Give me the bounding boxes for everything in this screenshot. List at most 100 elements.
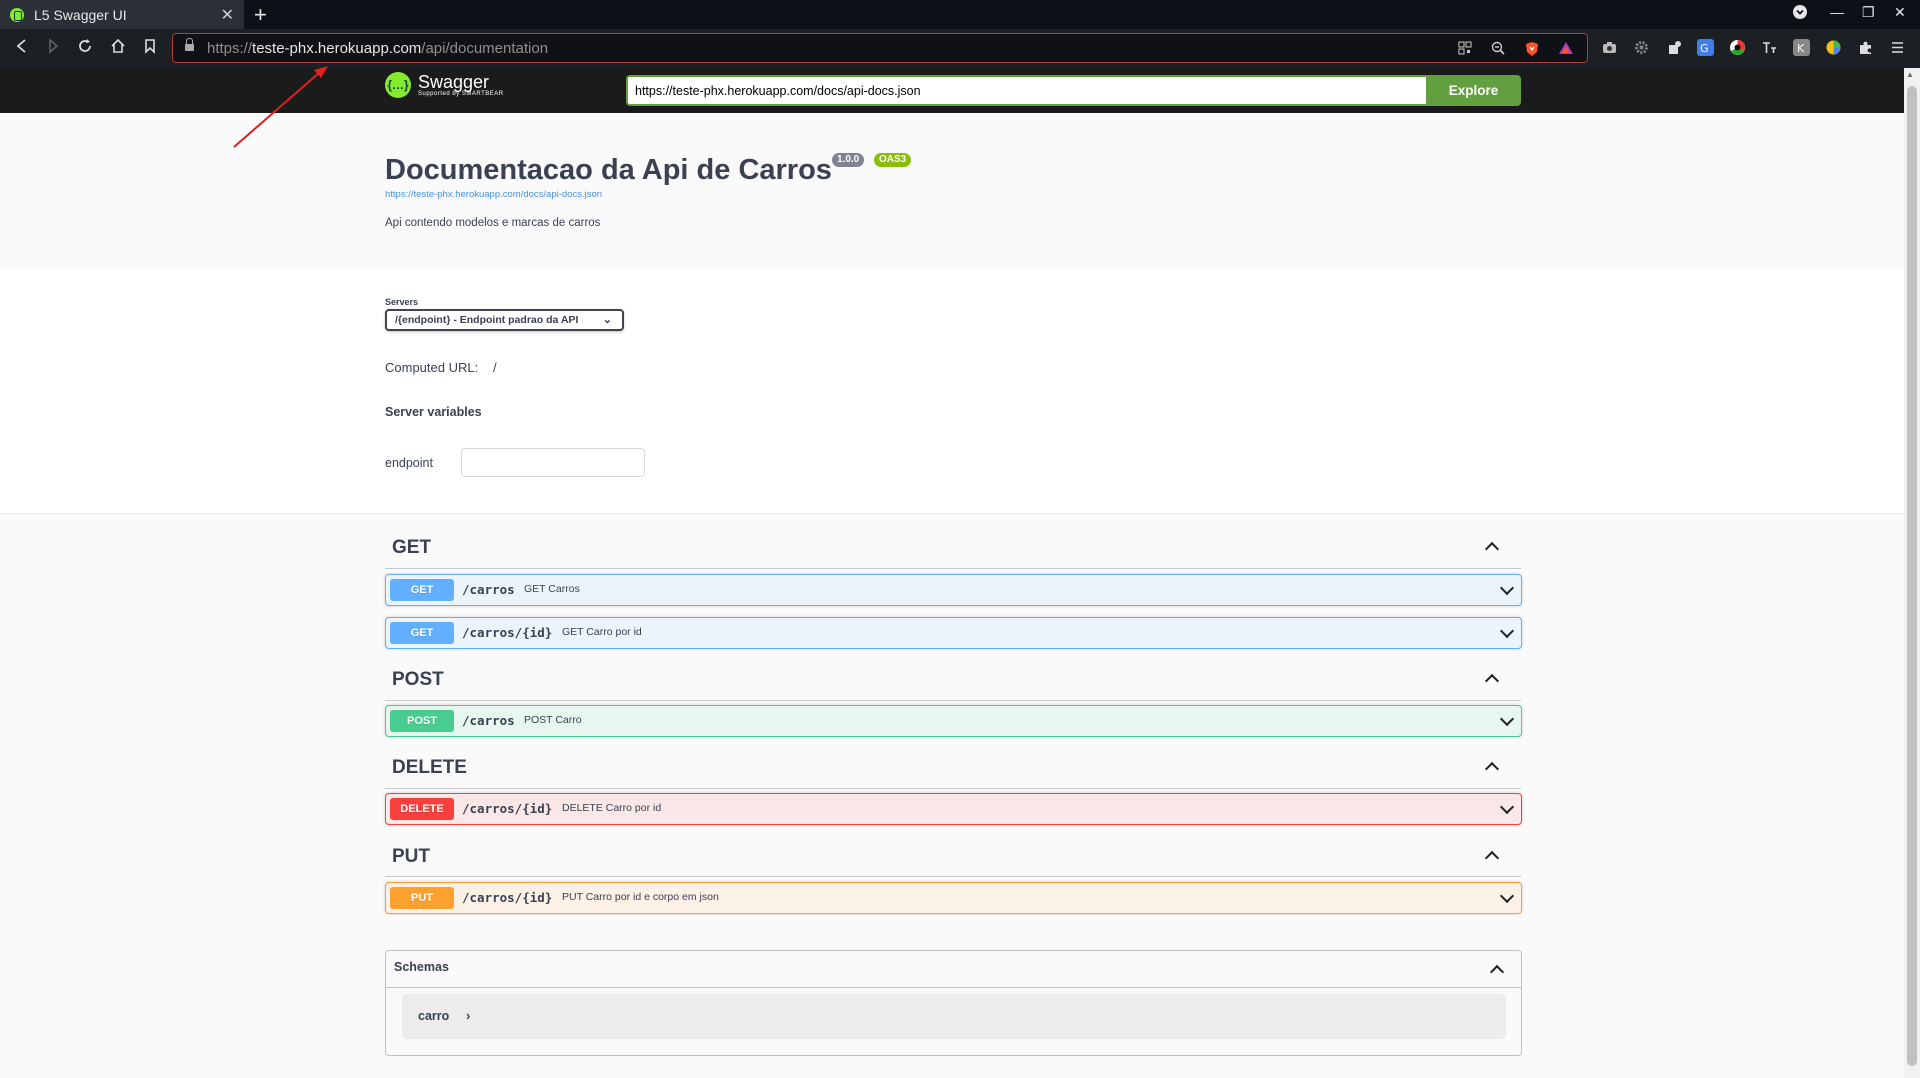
maximize-button[interactable]: ❐ [1862,4,1875,21]
method-badge: POST [390,710,454,732]
servers-select[interactable]: /{endpoint} - Endpoint padrao da API ⌄ [385,309,624,331]
tag-collapse-post-icon[interactable] [1484,671,1500,687]
minimize-button[interactable]: — [1830,4,1844,20]
profile-dropdown-icon[interactable] [1792,4,1808,23]
tag-title-put[interactable]: PUT [392,846,430,868]
extension-k-icon[interactable]: K [1793,39,1810,56]
operation-summary: POST Carro [524,714,582,726]
puzzle-extension-icon[interactable] [1666,39,1683,56]
tag-divider [385,876,1521,877]
server-variables-title: Server variables [385,405,482,419]
browser-tab-strip: L5 Swagger UI ✕ + — ❐ ✕ [0,0,1920,29]
close-window-button[interactable]: ✕ [1894,4,1906,21]
back-arrow-icon[interactable] [12,38,32,58]
operation-put-carro-by-id[interactable]: PUT /carros/{id} PUT Carro por id e corp… [385,882,1522,914]
version-badge: 1.0.0 [832,153,865,167]
info-section [0,113,1904,268]
svg-text:K: K [1797,42,1805,55]
camera-icon[interactable] [1601,39,1618,56]
tag-collapse-delete-icon[interactable] [1484,759,1500,775]
tag-divider [385,788,1521,789]
api-title: Documentacao da Api de Carros [385,154,832,186]
translate-icon[interactable]: G [1697,39,1714,56]
chevron-down-icon[interactable] [1499,801,1513,815]
tag-title-get[interactable]: GET [392,537,431,559]
swagger-logo[interactable]: {…} Swagger Supported by SMARTBEAR [385,72,504,98]
model-name: carro [418,1009,450,1023]
gear-icon[interactable] [1633,39,1650,56]
schemas-collapse-icon[interactable] [1489,962,1505,978]
operation-path: /carros [462,582,515,597]
chevron-down-icon[interactable] [1499,713,1513,727]
text-icon[interactable] [1761,39,1778,56]
tag-collapse-get-icon[interactable] [1484,539,1500,555]
swagger-favicon-icon [10,7,24,22]
reload-icon[interactable] [75,38,95,58]
zoom-out-icon[interactable] [1490,41,1506,57]
swagger-logo-icon: {…} [385,72,411,98]
operation-path: /carros [462,713,515,728]
chevron-down-icon[interactable] [1499,890,1513,904]
method-badge: PUT [390,887,454,909]
explore-button[interactable]: Explore [1426,75,1521,106]
bookmark-icon[interactable] [140,38,160,58]
operation-summary: GET Carro por id [562,626,642,638]
qr-code-icon[interactable] [1457,41,1473,57]
operation-delete-carro-by-id[interactable]: DELETE /carros/{id} DELETE Carro por id [385,793,1522,825]
tab-close-icon[interactable]: ✕ [221,5,234,25]
spec-link[interactable]: https://teste-phx.herokuapp.com/docs/api… [385,189,602,200]
tag-collapse-put-icon[interactable] [1484,848,1500,864]
browser-toolbar: https://teste-phx.herokuapp.com/api/docu… [0,29,1920,68]
tag-title-delete[interactable]: DELETE [392,757,467,779]
page-scrollbar-thumb[interactable] [1907,86,1917,1066]
home-icon[interactable] [108,38,128,58]
address-bar[interactable]: https://teste-phx.herokuapp.com/api/docu… [172,33,1588,63]
operation-post-carros[interactable]: POST /carros POST Carro [385,705,1522,737]
tab-title: L5 Swagger UI [34,6,127,23]
puzzle-icon[interactable] [1857,39,1874,56]
operation-get-carro-by-id[interactable]: GET /carros/{id} GET Carro por id [385,617,1522,649]
operation-summary: PUT Carro por id e corpo em json [562,891,719,903]
tag-title-post[interactable]: POST [392,669,444,691]
operation-summary: DELETE Carro por id [562,802,662,814]
method-badge: GET [390,579,454,601]
address-url[interactable]: https://teste-phx.herokuapp.com/api/docu… [207,40,548,57]
new-tab-button[interactable]: + [254,2,267,28]
method-badge: GET [390,622,454,644]
chevron-down-icon: ⌄ [602,314,612,326]
operation-summary: GET Carros [524,583,580,595]
lock-icon[interactable] [185,38,194,53]
spec-url-input[interactable] [626,75,1426,106]
model-carro[interactable]: carro › [402,994,1506,1039]
svg-text:G: G [1700,42,1709,55]
chevron-down-icon[interactable] [1499,582,1513,596]
browser-tab[interactable]: L5 Swagger UI ✕ [0,0,244,29]
chrome-icon[interactable] [1729,39,1746,56]
swagger-topbar: {…} Swagger Supported by SMARTBEAR Explo… [0,68,1904,113]
servers-label: Servers [385,297,419,307]
chevron-down-icon[interactable] [1499,625,1513,639]
schemas-divider [386,987,1521,988]
scroll-up-arrow-icon[interactable]: ▲ [1906,70,1914,79]
computed-url-label: Computed URL: [385,360,479,375]
brave-shield-icon[interactable] [1524,41,1540,57]
brave-rewards-icon[interactable] [1558,41,1574,57]
operation-path: /carros/{id} [462,801,553,816]
chevron-right-icon: › [466,1008,471,1023]
operation-get-carros[interactable]: GET /carros GET Carros [385,574,1522,606]
operation-path: /carros/{id} [462,625,553,640]
endpoint-variable-label: endpoint [385,456,433,470]
menu-icon[interactable] [1889,39,1906,56]
computed-url-value: / [493,360,497,375]
operation-path: /carros/{id} [462,890,553,905]
api-description: Api contendo modelos e marcas de carros [385,217,601,229]
method-badge: DELETE [390,798,454,820]
forward-arrow-icon[interactable] [43,38,63,58]
tag-divider [385,700,1521,701]
endpoint-variable-input[interactable] [461,448,645,477]
servers-selected-value: /{endpoint} - Endpoint padrao da API [395,314,579,326]
url-prefix: https:// [207,40,253,57]
schemas-title[interactable]: Schemas [394,960,449,974]
color-wheel-icon[interactable] [1825,39,1842,56]
swagger-logo-text: Swagger [418,72,490,92]
